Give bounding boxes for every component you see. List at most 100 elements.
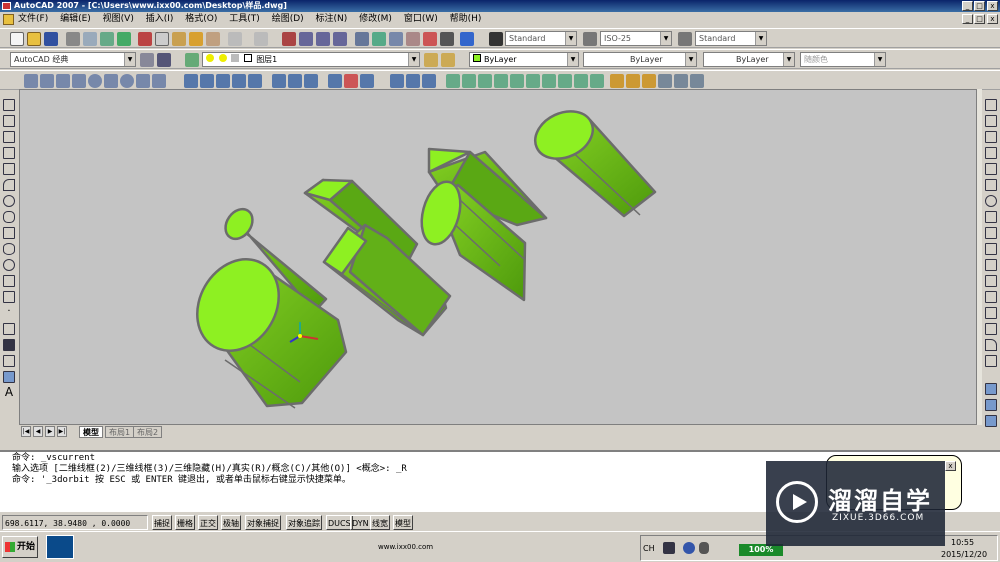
match-properties-icon[interactable] [189, 32, 203, 46]
make-current-layer-icon[interactable] [424, 53, 438, 67]
fillet-icon[interactable] [985, 339, 997, 351]
3dmove-icon[interactable] [328, 74, 342, 88]
move-icon[interactable] [985, 179, 997, 191]
doc-minimize-button[interactable]: _ [962, 14, 973, 24]
zoom-realtime-icon[interactable] [299, 32, 313, 46]
block-editor-icon[interactable] [206, 32, 220, 46]
section-plane-icon[interactable] [406, 74, 420, 88]
tab-model[interactable]: 模型 [79, 426, 103, 438]
mirror-icon[interactable] [985, 131, 997, 143]
circle-icon[interactable] [3, 195, 15, 207]
polar-toggle[interactable]: 极轴 [221, 515, 241, 530]
ellipse-icon[interactable] [3, 243, 15, 255]
polyline-icon[interactable] [3, 131, 15, 143]
sphere-icon[interactable] [88, 74, 102, 88]
construction-line-icon[interactable] [3, 115, 15, 127]
zoom-previous-icon[interactable] [333, 32, 347, 46]
layer-select[interactable]: 图层1 ▼ [202, 52, 420, 67]
document-icon[interactable] [3, 14, 14, 25]
intersect-icon[interactable] [304, 74, 318, 88]
spline-icon[interactable] [3, 227, 15, 239]
sheet-set-icon[interactable] [406, 32, 420, 46]
insert-block-icon[interactable] [3, 275, 15, 287]
start-button[interactable]: 开始 [2, 536, 38, 558]
lineweight-select[interactable]: ByLayer ▼ [703, 52, 795, 67]
break-at-point-icon[interactable] [985, 275, 997, 287]
box-icon[interactable] [40, 74, 54, 88]
help-tray-icon[interactable] [683, 542, 695, 554]
open-icon[interactable] [27, 32, 41, 46]
cone-icon[interactable] [72, 74, 86, 88]
gradient-icon[interactable] [3, 339, 15, 351]
trim-icon[interactable] [985, 243, 997, 255]
zoom-window-icon[interactable] [316, 32, 330, 46]
revision-cloud-icon[interactable] [3, 211, 15, 223]
view-right-icon[interactable] [494, 74, 508, 88]
workspace-select[interactable]: AutoCAD 经典 ▼ [10, 52, 136, 67]
copy-icon[interactable] [155, 32, 169, 46]
3dalign-icon[interactable] [390, 74, 404, 88]
line-icon[interactable] [3, 99, 15, 111]
preview-icon[interactable] [83, 32, 97, 46]
text-style-select[interactable]: Standard ▼ [505, 31, 577, 46]
tab-layout1[interactable]: 布局1 [105, 426, 135, 438]
presspull-icon[interactable] [200, 74, 214, 88]
imprint-icon[interactable] [985, 399, 997, 411]
region-icon[interactable] [3, 355, 15, 367]
3dprint-icon[interactable] [117, 32, 131, 46]
loft-icon[interactable] [248, 74, 262, 88]
cylinder-icon[interactable] [104, 74, 118, 88]
workspace-settings-icon[interactable] [140, 53, 154, 67]
point-icon[interactable]: · [3, 307, 15, 319]
tool-palettes-icon[interactable] [389, 32, 403, 46]
extrude-icon[interactable] [184, 74, 198, 88]
dyn-toggle[interactable]: DYN [350, 515, 371, 530]
save-icon[interactable] [44, 32, 58, 46]
tab-layout2[interactable]: 布局2 [133, 426, 163, 438]
ellipse-arc-icon[interactable] [3, 259, 15, 271]
erase-icon[interactable] [985, 99, 997, 111]
doc-restore-button[interactable]: □ [974, 14, 985, 24]
view-left-icon[interactable] [478, 74, 492, 88]
view-back-icon[interactable] [526, 74, 540, 88]
color-select[interactable]: ByLayer ▼ [469, 52, 579, 67]
solid-edit-icon[interactable] [985, 383, 997, 395]
model-toggle[interactable]: 模型 [393, 515, 413, 530]
menu-insert[interactable]: 插入(I) [146, 14, 174, 24]
sweep-icon[interactable] [216, 74, 230, 88]
free-orbit-icon[interactable] [626, 74, 640, 88]
make-block-icon[interactable] [3, 291, 15, 303]
snap-toggle[interactable]: 捕捉 [152, 515, 172, 530]
menu-file[interactable]: 文件(F) [18, 14, 48, 24]
layer-manager-icon[interactable] [185, 53, 199, 67]
paste-icon[interactable] [172, 32, 186, 46]
next-tab-icon[interactable]: ▶ [45, 426, 55, 437]
fly-icon[interactable] [690, 74, 704, 88]
scale-icon[interactable] [985, 211, 997, 223]
publish-icon[interactable] [100, 32, 114, 46]
flatshot-icon[interactable] [422, 74, 436, 88]
helix-icon[interactable] [152, 74, 166, 88]
copy-object-icon[interactable] [985, 115, 997, 127]
help-icon[interactable] [460, 32, 474, 46]
osnap-toggle[interactable]: 对象捕捉 [245, 515, 281, 530]
ime-indicator[interactable]: CH [643, 544, 655, 553]
menu-window[interactable]: 窗口(W) [404, 14, 438, 24]
hatch-icon[interactable] [3, 323, 15, 335]
grid-toggle[interactable]: 栅格 [175, 515, 195, 530]
view-sw-iso-icon[interactable] [542, 74, 556, 88]
mtext-icon[interactable]: A [3, 386, 15, 398]
close-button[interactable]: x [987, 1, 998, 11]
offset-icon[interactable] [985, 147, 997, 159]
3darray-icon[interactable] [360, 74, 374, 88]
union-icon[interactable] [272, 74, 286, 88]
torus-icon[interactable] [120, 74, 134, 88]
calculator-icon[interactable] [440, 32, 454, 46]
view-front-icon[interactable] [510, 74, 524, 88]
view-se-iso-icon[interactable] [558, 74, 572, 88]
prev-tab-icon[interactable]: ◀ [33, 426, 43, 437]
subtract-icon[interactable] [288, 74, 302, 88]
ortho-toggle[interactable]: 正交 [198, 515, 218, 530]
walk-icon[interactable] [674, 74, 688, 88]
orbit-icon[interactable] [610, 74, 624, 88]
